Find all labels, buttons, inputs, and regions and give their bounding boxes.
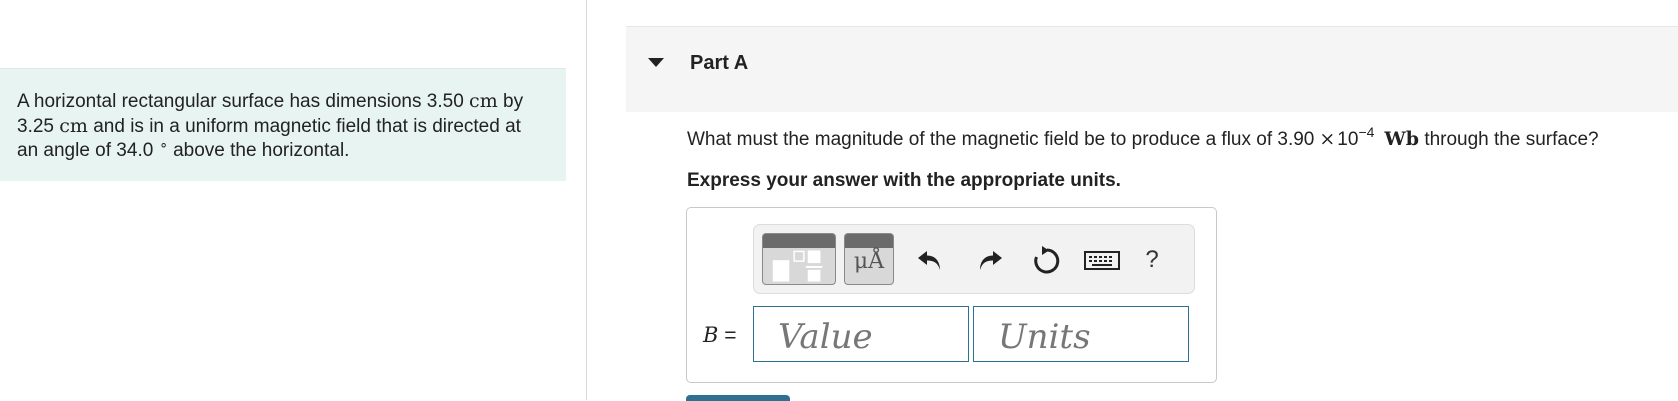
keyboard-icon[interactable] [1082,243,1122,277]
math-toolbar: μÅ ? [753,224,1195,294]
part-title: Part A [690,52,749,74]
problem-unit-2: cm [59,115,88,137]
answer-instruction: Express your answer with the appropriate… [687,170,1121,191]
power-base: 10 [1337,129,1359,150]
question-prefix: What must the magnitude of the magnetic … [687,129,1315,150]
templates-icon [772,250,823,282]
power-exponent: −4 [1358,124,1375,140]
collapse-caret-icon[interactable] [648,58,664,67]
question-text: What must the magnitude of the magnetic … [687,124,1599,151]
problem-pane: A horizontal rectangular surface has dim… [0,0,586,400]
undo-icon[interactable] [914,243,948,277]
reset-icon[interactable] [1028,243,1062,277]
problem-text-6: above the horizontal. [173,140,350,161]
problem-text-1: A horizontal rectangular surface has dim… [17,91,464,112]
flux-unit: Wb [1384,128,1420,150]
units-input[interactable] [973,306,1189,362]
problem-unit-1: cm [469,90,498,112]
problem-statement-box: A horizontal rectangular surface has dim… [0,68,566,181]
answer-box: μÅ ? B = [686,207,1217,383]
redo-icon[interactable] [972,243,1006,277]
value-input[interactable] [753,306,969,362]
help-button[interactable]: ? [1138,243,1166,277]
units-icon: μÅ [853,249,885,274]
problem-text-5: an angle of 34.0 [17,140,154,161]
problem-text-4: and is in a uniform magnetic field that … [93,116,521,137]
variable-name: B [703,323,719,347]
problem-text-2: by [503,91,524,112]
equals-sign: = [724,324,737,347]
times-symbol: × [1319,128,1336,150]
degree-symbol: ∘ [159,136,169,152]
units-button[interactable]: μÅ [844,233,894,285]
pane-divider [586,0,587,400]
part-a-header[interactable]: Part A [626,26,1678,112]
problem-statement: A horizontal rectangular surface has dim… [17,89,547,163]
templates-button[interactable] [762,233,836,285]
problem-text-3: 3.25 [17,116,54,137]
question-suffix: through the surface? [1424,129,1599,150]
variable-label: B = [703,323,737,348]
submit-button[interactable] [686,395,790,401]
